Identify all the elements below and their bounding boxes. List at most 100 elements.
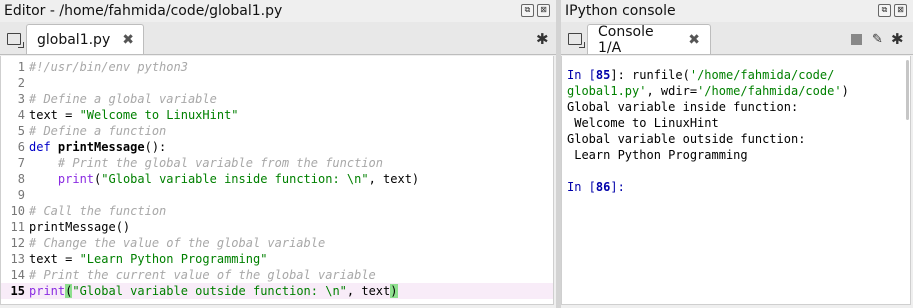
console-titlebar: IPython console ⧉ ⊠	[561, 0, 913, 22]
line-number: 1	[17, 60, 25, 74]
code-lines: 1 #!/usr/bin/env python3 2 3 # Define a glob…	[1, 59, 553, 299]
close-pane-icon[interactable]: ⊠	[894, 4, 907, 17]
console-token: ]: runfile(	[610, 68, 690, 82]
code-token: text =	[29, 108, 80, 122]
editor-title: Editor - /home/fahmida/code/global1.py	[4, 3, 283, 19]
tab-label: global1.py	[37, 31, 111, 48]
line-number: 4	[17, 108, 25, 122]
code-line[interactable]: 12 # Change the value of the global varia…	[1, 235, 553, 251]
console-options-gear-icon[interactable]: ✱	[891, 30, 904, 48]
line-number: 7	[17, 156, 25, 170]
code-token: # Define a function	[29, 124, 167, 138]
console-token: '/home/fahmida/code/	[689, 68, 835, 82]
code-line[interactable]: 7 # Print the global variable from the f…	[1, 155, 553, 171]
stop-kernel-icon[interactable]	[851, 34, 862, 45]
console-scrollbar[interactable]	[904, 56, 910, 304]
code-token: "Learn Python Programming"	[79, 252, 268, 266]
code-token: print	[29, 284, 66, 298]
line-number: 14	[10, 268, 25, 282]
line-number: 6	[17, 140, 25, 154]
code-line[interactable]: 11 printMessage()	[1, 219, 553, 235]
console-tabbar: Console 1/A ✖ ✎ ✱	[561, 22, 913, 56]
clear-console-icon[interactable]: ✎	[872, 32, 883, 47]
console-line: In [86]:	[567, 179, 849, 195]
line-number: 2	[17, 76, 25, 90]
console-line: Global variable outside function:	[567, 131, 849, 147]
code-line[interactable]: 2	[1, 75, 553, 91]
code-token: "Global variable outside function: \n"	[72, 284, 347, 298]
tab-global1-py[interactable]: global1.py ✖	[26, 24, 144, 54]
code-line[interactable]: 3 # Define a global variable	[1, 91, 553, 107]
undock-icon[interactable]: ⧉	[878, 4, 891, 17]
code-line[interactable]: 5 # Define a function	[1, 123, 553, 139]
code-token: # Print the global variable from the fun…	[29, 156, 384, 170]
line-number: 3	[17, 92, 25, 106]
code-token: def	[29, 140, 58, 154]
console-token: In [	[567, 180, 596, 194]
code-line[interactable]: 8 print("Global variable inside function…	[1, 171, 553, 187]
console-token: ]:	[610, 180, 625, 194]
code-token: text =	[29, 252, 80, 266]
line-number: 15	[10, 284, 25, 298]
code-editor[interactable]: 1 #!/usr/bin/env python3 2 3 # Define a glob…	[0, 56, 554, 305]
code-token: # Define a global variable	[29, 92, 217, 106]
console-line: Learn Python Programming	[567, 147, 849, 163]
code-token: # Print the current value of the global …	[29, 268, 376, 282]
console-token: Global variable outside function:	[567, 132, 806, 146]
line-number: 12	[10, 236, 25, 250]
undock-icon[interactable]: ⧉	[521, 4, 534, 17]
line-number: 13	[10, 252, 25, 266]
console-token: Global variable inside function:	[567, 100, 799, 114]
tab-console-1a[interactable]: Console 1/A ✖	[587, 23, 711, 56]
console-token: 85	[595, 68, 611, 82]
browse-tabs-icon[interactable]	[7, 33, 24, 48]
line-number: 10	[10, 204, 25, 218]
code-token: # Change the value of the global variabl…	[29, 236, 326, 250]
console-line: Global variable inside function:	[567, 99, 849, 115]
code-token: "Global variable inside function: \n"	[101, 172, 369, 186]
code-token: # Call the function	[29, 204, 167, 218]
code-token: printMessage	[57, 140, 145, 154]
console-line: In [85]: runfile('/home/fahmida/code/	[567, 67, 849, 83]
code-token: printMessage()	[29, 220, 131, 234]
browse-tabs-icon[interactable]	[568, 33, 585, 48]
code-line[interactable]: 10 # Call the function	[1, 203, 553, 219]
close-tab-icon[interactable]: ✖	[688, 32, 700, 48]
code-line[interactable]: 14 # Print the current value of the globa…	[1, 267, 553, 283]
console-token: Learn Python Programming	[567, 148, 748, 162]
console-token: '/home/fahmida/code'	[697, 84, 842, 98]
console-pane: IPython console ⧉ ⊠ Console 1/A ✖ ✎ ✱ In…	[561, 0, 913, 308]
editor-options-gear-icon[interactable]: ✱	[536, 30, 549, 48]
close-pane-icon[interactable]: ⊠	[537, 4, 550, 17]
console-lines: In [85]: runfile('/home/fahmida/code/glo…	[567, 67, 849, 195]
console-output[interactable]: In [85]: runfile('/home/fahmida/code/glo…	[561, 56, 911, 305]
code-line[interactable]: 9	[1, 187, 553, 203]
console-token: , wdir=	[646, 84, 698, 98]
editor-tabbar: global1.py ✖ ✱	[0, 22, 556, 55]
tab-label: Console 1/A	[598, 23, 654, 56]
code-token: "Welcome to LinuxHint"	[79, 108, 239, 122]
code-line[interactable]: 1 #!/usr/bin/env python3	[1, 59, 553, 75]
console-token: In [	[567, 68, 596, 82]
code-line[interactable]: 13 text = "Learn Python Programming"	[1, 251, 553, 267]
code-token: #!/usr/bin/env python3	[29, 60, 188, 74]
console-line: global1.py', wdir='/home/fahmida/code')	[567, 83, 849, 99]
console-token: 86	[595, 180, 611, 194]
code-token: , text	[346, 284, 391, 298]
code-line[interactable]: 6 def printMessage():	[1, 139, 553, 155]
code-line[interactable]: 15 print("Global variable outside functio…	[1, 283, 553, 299]
console-token: Welcome to LinuxHint	[567, 116, 719, 130]
console-token: )	[841, 84, 849, 98]
line-number: 5	[17, 124, 25, 138]
code-token: ():	[144, 140, 167, 154]
close-tab-icon[interactable]: ✖	[122, 32, 134, 48]
code-line[interactable]: 4 text = "Welcome to LinuxHint"	[1, 107, 553, 123]
editor-titlebar: Editor - /home/fahmida/code/global1.py ⧉…	[0, 0, 556, 22]
editor-pane: Editor - /home/fahmida/code/global1.py ⧉…	[0, 0, 556, 308]
console-line: Welcome to LinuxHint	[567, 115, 849, 131]
code-token: print	[57, 172, 95, 186]
console-token: global1.py'	[567, 84, 647, 98]
line-number: 11	[10, 220, 25, 234]
line-number: 8	[17, 172, 25, 186]
